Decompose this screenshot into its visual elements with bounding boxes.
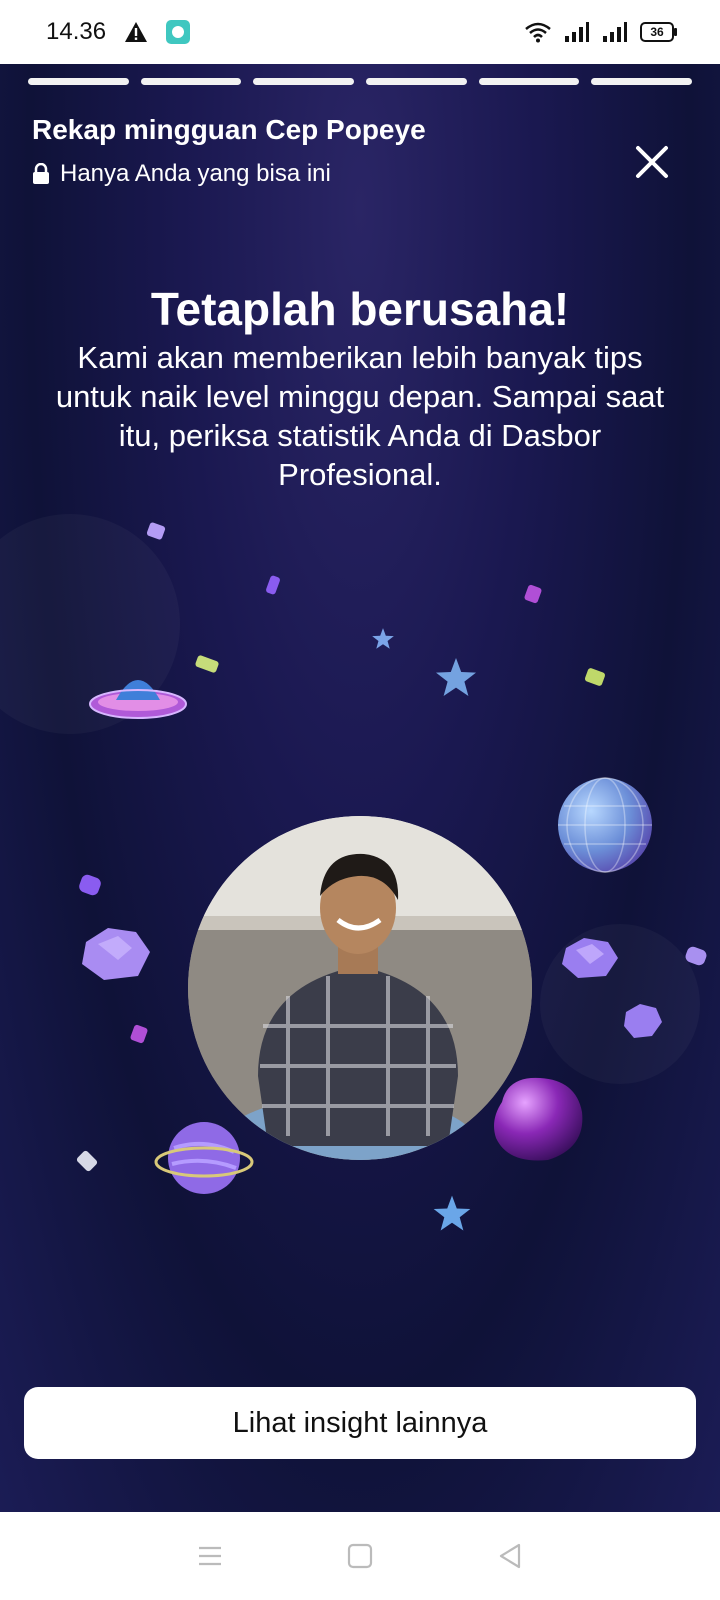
story-title: Rekap mingguan Cep Popeye bbox=[32, 114, 426, 145]
planet-icon bbox=[154, 1122, 254, 1194]
headline: Tetaplah berusaha! bbox=[150, 283, 570, 335]
weekly-recap-story[interactable]: Rekap mingguan Cep Popeye Hanya Anda yan… bbox=[0, 64, 720, 1512]
menu-icon[interactable] bbox=[195, 1541, 225, 1571]
profile-photo bbox=[188, 816, 532, 1160]
system-nav-bar bbox=[0, 1512, 720, 1600]
status-bar: 14.36 36 bbox=[0, 0, 720, 64]
warning-icon bbox=[125, 22, 148, 42]
status-left: 14.36 bbox=[46, 18, 191, 46]
star-icon bbox=[372, 628, 394, 649]
crystal-rock-icon bbox=[624, 1004, 662, 1038]
ufo-icon bbox=[89, 680, 187, 719]
signal-icon bbox=[565, 22, 589, 42]
gem-icon bbox=[129, 1024, 149, 1044]
crystal-rock-icon bbox=[82, 928, 150, 980]
gem-icon bbox=[265, 574, 281, 596]
progress-segment bbox=[140, 78, 242, 85]
progress-segment bbox=[478, 78, 580, 85]
gem-icon bbox=[194, 654, 220, 674]
gem-icon bbox=[75, 1149, 99, 1173]
battery-icon: 36 bbox=[640, 22, 677, 42]
progress-segment bbox=[591, 78, 693, 85]
close-button[interactable] bbox=[632, 142, 672, 182]
lock-icon bbox=[33, 163, 49, 184]
body-text: Kami akan memberikan lebih banyak tips u… bbox=[55, 340, 665, 492]
wifi-icon bbox=[525, 22, 551, 43]
disco-ball-icon bbox=[558, 777, 652, 873]
app-notification-icon bbox=[166, 20, 191, 44]
back-triangle-icon[interactable] bbox=[495, 1541, 525, 1571]
magenta-blob-icon bbox=[494, 1077, 583, 1161]
clock: 14.36 bbox=[46, 18, 107, 45]
privacy-text: Hanya Anda yang bisa ini bbox=[60, 160, 331, 187]
progress-segment bbox=[28, 78, 129, 85]
crystal-rock-icon bbox=[562, 938, 618, 978]
star-icon bbox=[436, 658, 476, 696]
progress-segment bbox=[366, 78, 467, 85]
progress-segment bbox=[253, 78, 355, 85]
signal-icon-2 bbox=[603, 22, 627, 42]
gem-icon bbox=[146, 521, 166, 541]
person-avatar-illustration bbox=[188, 816, 532, 1160]
gem-icon bbox=[523, 584, 543, 604]
gem-icon bbox=[77, 873, 103, 897]
gem-icon bbox=[584, 667, 606, 687]
home-square-icon[interactable] bbox=[345, 1541, 375, 1571]
star-icon bbox=[433, 1195, 471, 1231]
story-progress-bar bbox=[28, 78, 693, 85]
see-more-insights-button[interactable]: Lihat insight lainnya bbox=[24, 1387, 696, 1459]
story-header: Rekap mingguan Cep Popeye Hanya Anda yan… bbox=[32, 114, 426, 188]
status-right: 36 bbox=[524, 21, 677, 43]
privacy-note: Hanya Anda yang bisa ini bbox=[32, 160, 426, 188]
